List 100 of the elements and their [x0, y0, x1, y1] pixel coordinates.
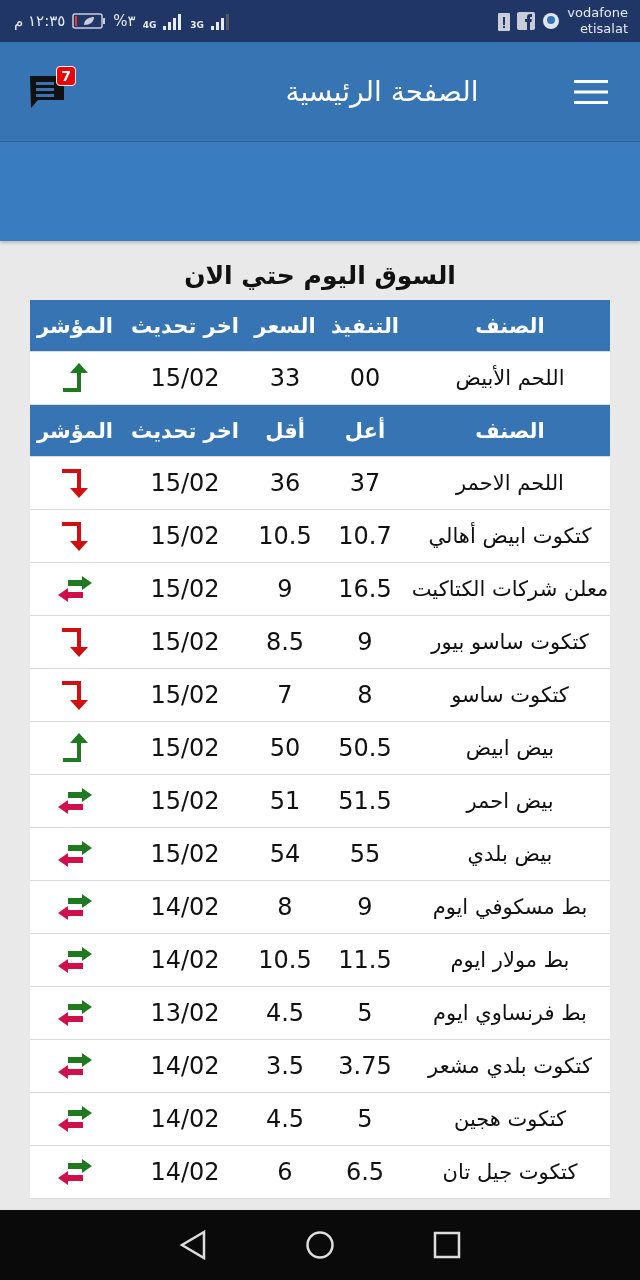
column-header: أعل	[343, 418, 387, 443]
recents-icon[interactable]	[433, 1231, 461, 1259]
table-cell-text: 51	[268, 787, 302, 815]
table-cell-text: 9	[356, 628, 374, 656]
table-cell-text: كتكوت ابيض أهالي	[427, 524, 593, 548]
left-right-arrows-icon	[56, 1157, 94, 1187]
table-cell-text: 15/02	[149, 787, 221, 815]
network-type: 3G	[190, 20, 204, 30]
column-header: المؤشر	[35, 418, 114, 443]
table-cell-text: بط مولار ايوم	[449, 948, 571, 972]
table-cell-text: بط مسكوفي ايوم	[431, 895, 589, 919]
table-cell-text: 37	[348, 469, 382, 497]
column-header: اخر تحديث	[130, 313, 240, 338]
table-cell-text: كتكوت ساسو	[449, 683, 570, 707]
left-right-arrows-icon	[56, 839, 94, 869]
table-cell-text: 15/02	[149, 575, 221, 603]
table-cell-text: اللحم الأبيض	[454, 366, 566, 390]
table-cell-text: 14/02	[149, 1158, 221, 1186]
page-title: الصفحة الرئيسية	[284, 75, 480, 108]
left-right-arrows-icon	[56, 892, 94, 922]
table-cell-text: 15/02	[149, 840, 221, 868]
down-arrow-icon	[59, 678, 91, 712]
table-cell-text: 15/02	[149, 628, 221, 656]
table-cell-text: 50.5	[337, 734, 393, 762]
menu-icon[interactable]	[574, 79, 608, 104]
battery-alert-icon	[498, 11, 511, 31]
table-cell-text: 14/02	[149, 1052, 221, 1080]
table-cell-text: 8.5	[264, 628, 306, 656]
home-icon[interactable]	[305, 1230, 335, 1260]
left-right-arrows-icon	[56, 998, 94, 1028]
table-cell-text: 55	[348, 840, 382, 868]
table-cell-text: 15/02	[149, 469, 221, 497]
social-app-icon	[517, 12, 536, 30]
table-cell-text: 51.5	[337, 787, 393, 815]
down-arrow-icon	[59, 519, 91, 553]
table-cell-text: 14/02	[149, 946, 221, 974]
table-cell-text: 3.75	[337, 1052, 393, 1080]
table-cell-text: 9	[356, 893, 374, 921]
column-header: السعر	[252, 313, 317, 338]
left-right-arrows-icon	[56, 945, 94, 975]
table-cell-text: اللحم الاحمر	[454, 471, 565, 495]
signal-icon	[211, 12, 231, 30]
carrier-name: vodafone	[567, 5, 628, 21]
column-header: الصنف	[474, 418, 546, 443]
app-icon	[542, 12, 561, 30]
table-cell-text: 33	[268, 364, 302, 392]
table-cell-text: 15/02	[149, 734, 221, 762]
left-right-arrows-icon	[56, 1104, 94, 1134]
table-cell-text: كتكوت بلدي مشعر	[426, 1054, 593, 1078]
table-cell-text: 10.5	[257, 522, 313, 550]
table-cell-text: 8	[356, 681, 374, 709]
table-cell-text: 6	[276, 1158, 294, 1186]
table-cell-text: 50	[268, 734, 302, 762]
network-type: 4G	[142, 20, 157, 30]
table-cell-text: 16.5	[337, 575, 393, 603]
battery-percent: ٣%	[113, 12, 136, 30]
table-cell-text: 14/02	[149, 893, 221, 921]
column-header: التنفيذ	[329, 313, 400, 338]
table-cell-text: 10.7	[337, 522, 393, 550]
table-cell-text: 9	[276, 575, 294, 603]
table-cell-text: 36	[268, 469, 302, 497]
left-right-arrows-icon	[56, 786, 94, 816]
table-cell-text: كتكوت جيل تان	[441, 1160, 579, 1184]
table-cell-text: 6.5	[344, 1158, 386, 1186]
table-cell-text: 3.5	[264, 1052, 306, 1080]
table-cell-text: 00	[348, 364, 382, 392]
notification-badge: 7	[56, 65, 76, 86]
table-cell-text: 14/02	[149, 1105, 221, 1133]
table-cell-text: 5	[356, 1105, 374, 1133]
table-cell-text: 54	[268, 840, 302, 868]
carrier-name: etisalat	[579, 21, 628, 37]
table-cell-text: 4.5	[264, 999, 306, 1027]
table-cell-text: 15/02	[149, 522, 221, 550]
left-right-arrows-icon	[56, 1051, 94, 1081]
table-cell-text: 15/02	[149, 364, 221, 392]
back-icon[interactable]	[179, 1230, 207, 1260]
clock: ١٢:٣٥ م	[14, 12, 66, 30]
column-header: اخر تحديث	[130, 418, 240, 443]
table-cell-text: كتكوت ساسو بيور	[429, 630, 590, 654]
table-cell-text: 13/02	[149, 999, 221, 1027]
table-cell-text: 5	[356, 999, 374, 1027]
table-cell-text: كتكوت هجين	[452, 1107, 568, 1131]
table-cell-text: 4.5	[264, 1105, 306, 1133]
table-cell-text: 7	[276, 681, 294, 709]
table-cell-text: بط فرنساوي ايوم	[432, 1001, 588, 1025]
left-right-arrows-icon	[56, 574, 94, 604]
table-cell-text: بيض ابيض	[464, 736, 556, 760]
column-header: أقل	[264, 418, 306, 443]
table-cell-text: 11.5	[337, 946, 393, 974]
signal-icon	[163, 12, 184, 30]
table-cell-text: 10.5	[257, 946, 313, 974]
table-cell: معلن شركات الكتاكيت	[410, 577, 610, 601]
section-title: السوق اليوم حتي الان	[183, 260, 457, 292]
table-cell-text: 15/02	[149, 681, 221, 709]
table-cell-text: بيض بلدي	[466, 842, 554, 866]
column-header: المؤشر	[35, 313, 114, 338]
down-arrow-icon	[59, 625, 91, 659]
column-header: الصنف	[474, 313, 546, 338]
battery-icon	[72, 13, 107, 29]
table-cell-text: 8	[276, 893, 294, 921]
